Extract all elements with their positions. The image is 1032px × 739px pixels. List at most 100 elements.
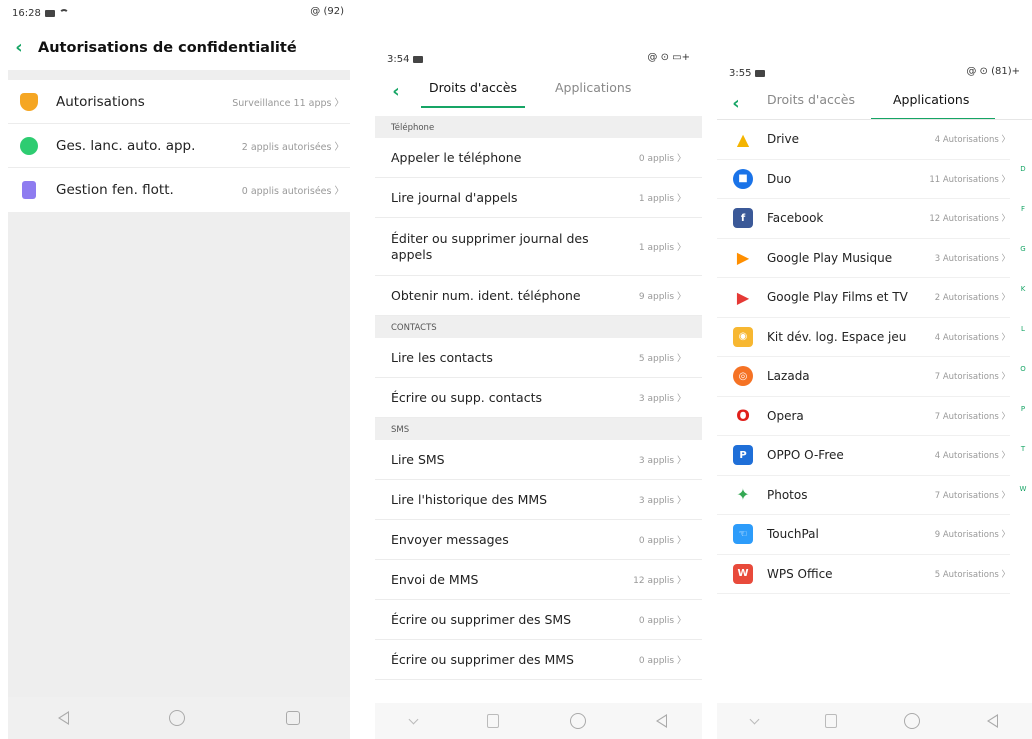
permission-row[interactable]: Lire journal d'appels 1 applis 〉	[375, 178, 702, 218]
nav-recents-icon[interactable]	[487, 714, 500, 728]
index-letter[interactable]: O	[1018, 365, 1028, 405]
back-arrow-icon[interactable]: ‹	[385, 83, 407, 101]
app-permission-count: 9 Autorisations 〉	[935, 528, 1010, 540]
index-letter[interactable]: F	[1018, 205, 1028, 245]
app-row[interactable]: ◎ Lazada 7 Autorisations 〉	[717, 357, 1010, 397]
app-row[interactable]: ▶ Google Play Films et TV 2 Autorisations …	[717, 278, 1010, 318]
nav-home-icon[interactable]	[569, 713, 586, 729]
tab-bar: ‹ Droits d'accès Applications	[375, 76, 702, 108]
index-letter[interactable]: D	[1018, 165, 1028, 205]
active-tab-indicator	[421, 106, 525, 108]
index-letter[interactable]: P	[1018, 405, 1028, 445]
game-space-icon: ◉	[733, 326, 753, 347]
permission-list: Téléphone Appeler le téléphone 0 applis 〉 L…	[375, 116, 702, 680]
tab-access-rights[interactable]: Droits d'accès	[421, 76, 525, 108]
nav-recents-icon[interactable]	[285, 711, 300, 725]
section-header: SMS	[375, 418, 702, 440]
alphabet-index[interactable]: DFGKLOPTW	[1018, 165, 1028, 525]
app-permission-count: 4 Autorisations 〉	[935, 449, 1010, 461]
o-free-icon: P	[733, 445, 753, 466]
index-letter[interactable]: G	[1018, 245, 1028, 285]
app-row[interactable]: ■ Duo 11 Autorisations 〉	[717, 160, 1010, 199]
app-permission-count: 4 Autorisations 〉	[935, 133, 1010, 145]
permission-row[interactable]: Éditer ou supprimer journal des appels 1 …	[375, 218, 702, 276]
back-arrow-icon[interactable]: ‹	[725, 95, 747, 113]
app-name: Google Play Films et TV	[767, 290, 908, 305]
app-row[interactable]: ▶ Google Play Musique 3 Autorisations 〉	[717, 239, 1010, 278]
nav-recents-icon[interactable]	[824, 714, 837, 728]
app-permission-count: 12 Autorisations 〉	[929, 212, 1010, 224]
permission-row[interactable]: Lire l'historique des MMS 3 applis 〉	[375, 480, 702, 520]
nav-back-icon[interactable]	[655, 714, 667, 728]
settings-item[interactable]: Autorisations Surveillance 11 apps 〉	[8, 80, 350, 124]
tab-access-rights[interactable]: Droits d'accès	[767, 88, 855, 120]
permission-count: 9 applis 〉	[639, 289, 686, 302]
app-name: Facebook	[767, 211, 824, 226]
nav-back-icon[interactable]	[58, 711, 70, 725]
app-name: Duo	[767, 171, 792, 186]
status-bar: 16:28 @ (92)	[0, 6, 358, 20]
count-text: 7 Autorisations	[934, 411, 999, 422]
chevron-right-icon: 〉	[674, 194, 686, 204]
chevron-right-icon: 〉	[674, 576, 686, 586]
nav-hide-icon[interactable]	[749, 714, 760, 724]
permission-row[interactable]: Obtenir num. ident. téléphone 9 applis 〉	[375, 276, 702, 316]
divider	[8, 70, 350, 80]
nav-home-icon[interactable]	[904, 713, 921, 729]
floating-window-icon	[22, 181, 36, 199]
nav-home-icon[interactable]	[169, 710, 186, 726]
permission-label: Obtenir num. ident. téléphone	[391, 287, 581, 303]
status-time: 16:28	[12, 7, 41, 19]
app-row[interactable]: O Opera 7 Autorisations 〉	[717, 397, 1010, 436]
app-row[interactable]: ✦ Photos 7 Autorisations 〉	[717, 476, 1010, 515]
index-letter[interactable]: W	[1018, 485, 1028, 525]
autostart-icon	[20, 136, 38, 155]
app-row[interactable]: ☜ TouchPal 9 Autorisations 〉	[717, 515, 1010, 555]
nav-hide-icon[interactable]	[408, 714, 419, 724]
permission-count: 1 applis 〉	[639, 240, 686, 253]
app-row[interactable]: W WPS Office 5 Autorisations 〉	[717, 555, 1010, 594]
permission-count: 3 applis 〉	[639, 493, 686, 506]
permission-count: 3 applis 〉	[639, 453, 686, 466]
permission-row[interactable]: Écrire ou supprimer des SMS 0 applis 〉	[375, 600, 702, 640]
index-letter[interactable]: K	[1018, 285, 1028, 325]
permission-label: Appeler le téléphone	[391, 149, 522, 165]
app-row[interactable]: ▲ Drive 4 Autorisations 〉	[717, 120, 1010, 160]
index-letter[interactable]: T	[1018, 445, 1028, 485]
app-name: Drive	[767, 132, 799, 147]
app-row[interactable]: P OPPO O-Free 4 Autorisations 〉	[717, 436, 1010, 476]
tab-applications[interactable]: Applications	[555, 76, 631, 108]
nav-back-icon[interactable]	[987, 714, 999, 728]
permission-row[interactable]: Envoyer messages 0 applis 〉	[375, 520, 702, 560]
permission-row[interactable]: Appeler le téléphone 0 applis 〉	[375, 138, 702, 178]
section-header: Téléphone	[375, 116, 702, 138]
applications-screen: 3:55 @ ⊙ (81)+ ‹ Droits d'accès Applicat…	[717, 0, 1032, 739]
notification-icon	[755, 69, 766, 77]
app-row[interactable]: f Facebook 12 Autorisations 〉	[717, 199, 1010, 239]
permission-row[interactable]: Écrire ou supprimer des MMS 0 applis 〉	[375, 640, 702, 680]
count-text: 3 applis	[638, 456, 675, 466]
settings-item[interactable]: Ges. lanc. auto. app. 2 applis autorisées…	[8, 124, 350, 168]
app-row[interactable]: ◉ Kit dév. log. Espace jeu 4 Autorisations…	[717, 318, 1010, 357]
count-text: 3 Autorisations	[934, 253, 999, 264]
page-title: Autorisations de confidentialité	[38, 40, 297, 56]
settings-item[interactable]: Gestion fen. flott. 0 applis autorisées 〉	[8, 168, 350, 212]
settings-item-value: 0 applis autorisées 〉	[242, 183, 344, 197]
index-letter[interactable]: L	[1018, 325, 1028, 365]
tab-bar: ‹ Droits d'accès Applications	[717, 88, 1032, 120]
permission-row[interactable]: Envoi de MMS 12 applis 〉	[375, 560, 702, 600]
chevron-right-icon: 〉	[998, 253, 1010, 264]
permission-row[interactable]: Écrire ou supp. contacts 3 applis 〉	[375, 378, 702, 418]
app-permission-count: 4 Autorisations 〉	[935, 331, 1010, 343]
back-arrow-icon[interactable]: ‹	[8, 39, 30, 57]
tab-applications[interactable]: Applications	[870, 88, 996, 120]
count-text: 4 Autorisations	[934, 135, 999, 146]
app-name: Google Play Musique	[767, 250, 893, 265]
count-text: 11 Autorisations	[929, 174, 999, 185]
count-text: 0 applis	[638, 616, 675, 626]
permission-count: 3 applis 〉	[639, 391, 686, 404]
permission-row[interactable]: Lire les contacts 5 applis 〉	[375, 338, 702, 378]
count-text: 12 applis	[633, 576, 675, 586]
permission-row[interactable]: Lire SMS 3 applis 〉	[375, 440, 702, 480]
chevron-right-icon: 〉	[674, 292, 686, 302]
